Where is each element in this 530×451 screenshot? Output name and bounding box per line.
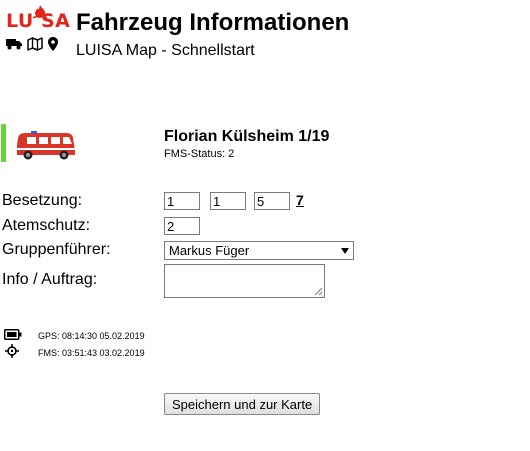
- crew-input-3[interactable]: [254, 192, 290, 210]
- leader-selected-value: Markus Füger: [169, 243, 250, 258]
- crew-input-1[interactable]: [164, 192, 200, 210]
- map-pin-icon[interactable]: [48, 37, 58, 51]
- info-label: Info / Auftrag:: [2, 271, 98, 288]
- luisa-logo: LU SA: [6, 5, 70, 34]
- fire-van-icon: [17, 131, 75, 160]
- crew-label: Besetzung:: [2, 192, 83, 209]
- nav-icons: [6, 36, 58, 52]
- dropdown-arrow-icon: [341, 247, 349, 254]
- fms-timestamp: FMS: 03:51:43 03.02.2019: [38, 348, 145, 358]
- respiratory-input[interactable]: [164, 217, 200, 235]
- save-and-map-button[interactable]: Speichern und zur Karte: [164, 393, 321, 415]
- fms-status: FMS-Status: 2: [164, 148, 235, 160]
- resize-grip-icon[interactable]: [314, 287, 323, 296]
- respiratory-label: Atemschutz:: [2, 217, 91, 234]
- crosshair-icon: [5, 344, 19, 358]
- gps-timestamp: GPS: 08:14:30 05.02.2019: [38, 331, 145, 341]
- flame-icon: [32, 5, 48, 19]
- battery-icon: [4, 329, 22, 340]
- leader-select[interactable]: Markus Füger: [164, 241, 354, 260]
- crew-input-2[interactable]: [210, 192, 246, 210]
- page-subtitle: LUISA Map - Schnellstart: [76, 42, 255, 59]
- info-textarea[interactable]: [164, 264, 325, 298]
- page-title: Fahrzeug Informationen: [76, 9, 350, 36]
- leader-label: Gruppenführer:: [2, 241, 111, 258]
- truck-icon[interactable]: [6, 38, 22, 50]
- vehicle-name: Florian Külsheim 1/19: [164, 128, 330, 145]
- map-icon[interactable]: [27, 37, 43, 51]
- vehicle-status-indicator: [1, 124, 6, 162]
- crew-total: 7: [296, 192, 304, 208]
